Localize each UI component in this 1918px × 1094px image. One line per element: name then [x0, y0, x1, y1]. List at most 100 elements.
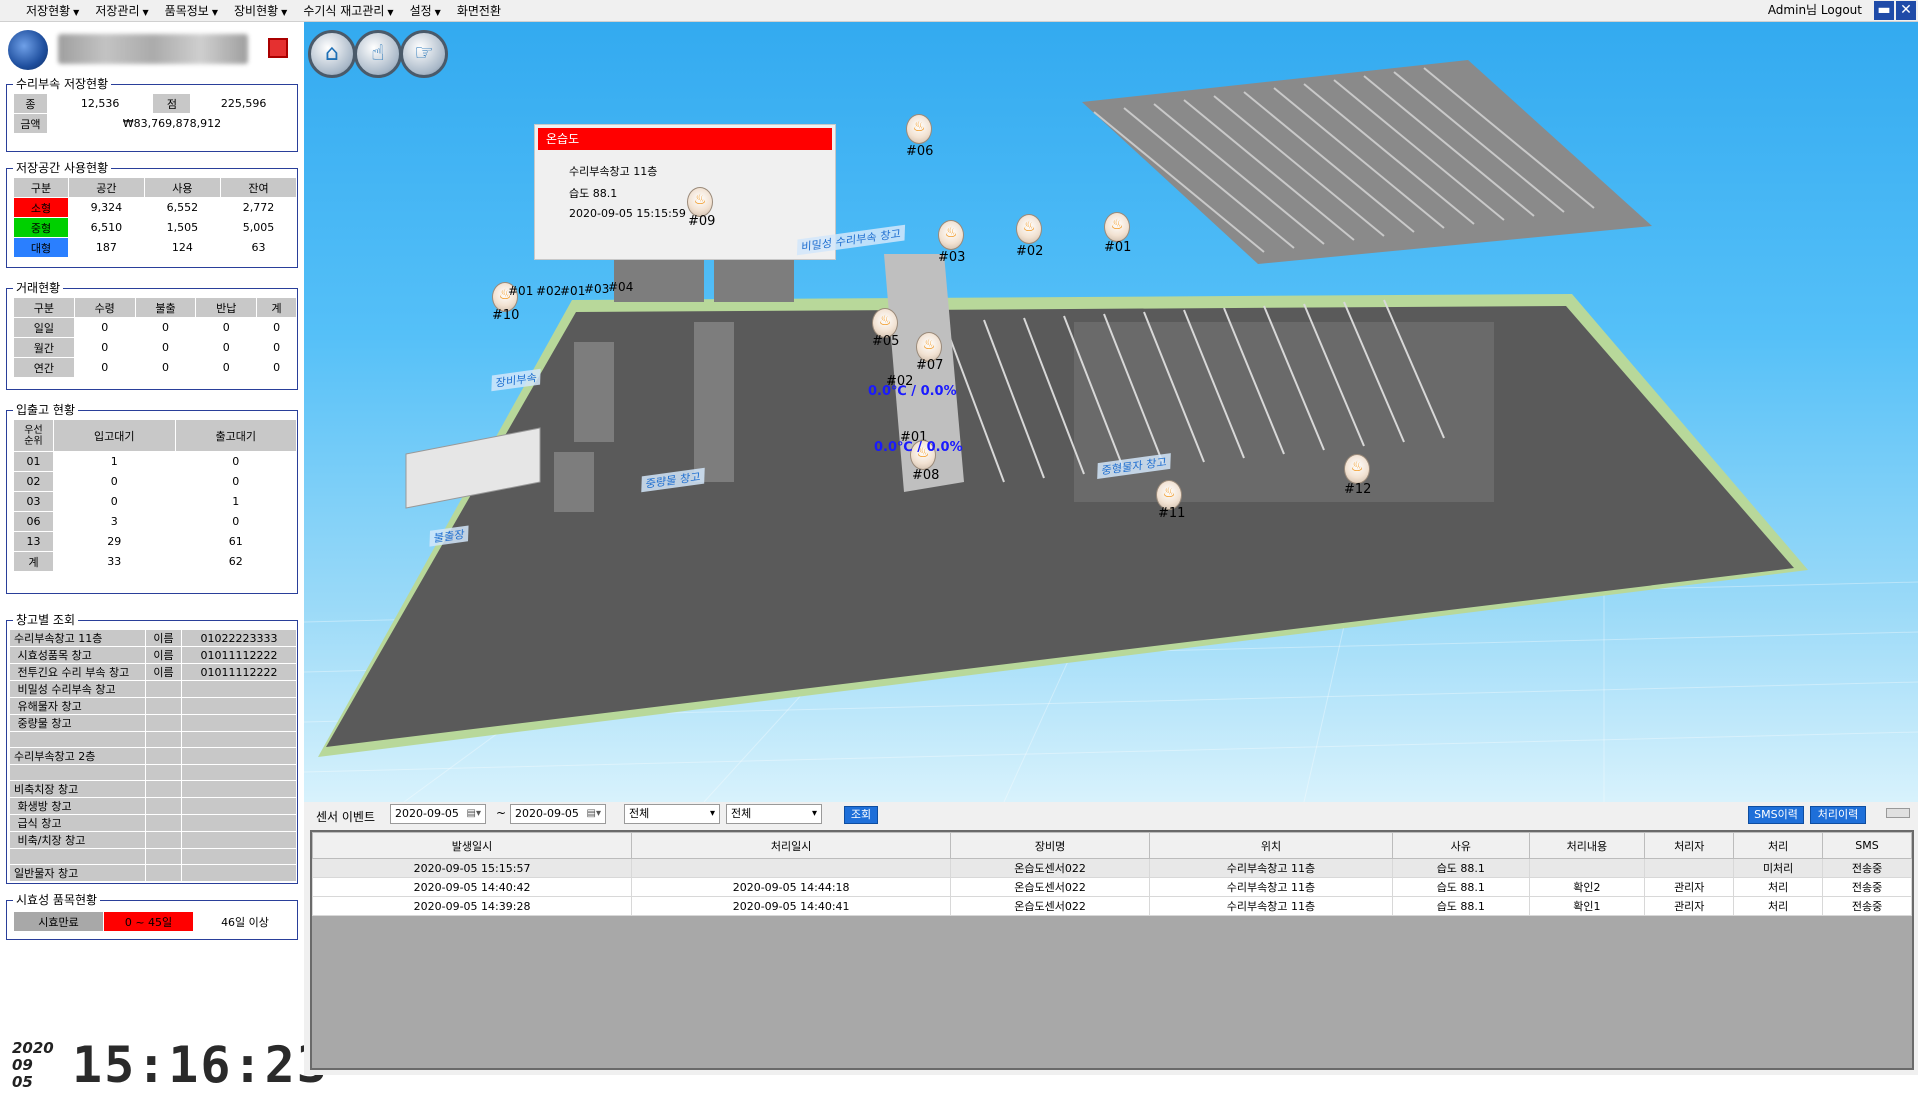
menu-item-item-info[interactable]: 품목정보 ▼	[157, 0, 226, 22]
col-header[interactable]: 발생일시	[311, 832, 633, 859]
menu-item-screen-switch[interactable]: 화면전환	[449, 0, 509, 22]
temp-humidity-reading: 0.0℃ / 0.0%	[874, 440, 963, 455]
warehouse-row[interactable]: 급식 창고	[9, 814, 297, 832]
manager-name	[145, 747, 182, 765]
col-header[interactable]: 처리자	[1644, 832, 1735, 859]
points-value: 225,596	[190, 93, 297, 114]
sensor-icon[interactable]: ♨	[938, 220, 964, 250]
popup-timestamp: 2020-09-05 15:15:59	[569, 207, 686, 220]
col-header[interactable]: SMS	[1822, 832, 1912, 859]
date-to-input[interactable]: 2020-09-05 ▤▾	[510, 804, 606, 824]
manager-phone	[181, 764, 297, 781]
col-header[interactable]: 처리내용	[1528, 832, 1646, 859]
warehouse-name: 중량물 창고	[9, 714, 146, 732]
storage-status-group: 수리부속 저장현황 종 12,536 점 225,596 금액 ₩83,769,…	[6, 76, 298, 152]
calendar-icon[interactable]: ▤▾	[587, 805, 601, 823]
sensor-icon[interactable]: ♨	[906, 114, 932, 144]
caret-down-icon: ▼	[211, 8, 218, 17]
warehouse-row[interactable]: 비축치장 창고	[9, 780, 297, 798]
home-icon: ⌂	[325, 41, 339, 66]
clock-date: 2020 09 05	[12, 1039, 54, 1091]
warehouse-row[interactable]: 비밀성 수리부속 창고	[9, 680, 297, 698]
manager-name	[145, 864, 182, 882]
table-row[interactable]: 2020-09-05 14:39:28 2020-09-05 14:40:41 온습…	[311, 896, 1912, 916]
manager-name	[145, 831, 182, 849]
warehouse-row[interactable]: 유해물자 창고	[9, 697, 297, 715]
menu-item-equipment[interactable]: 장비현황 ▼	[226, 0, 295, 22]
col-header[interactable]: 처리	[1733, 832, 1824, 859]
status-select[interactable]: 전체 ▾	[726, 804, 822, 824]
inout-group: 입출고 현황 우선 순위 입고대기 출고대기 01 1 0 02 0 0 03 0 1 06…	[6, 402, 298, 594]
warehouse-row[interactable]: 수리부속창고 11층 이름 01022223333	[9, 629, 297, 647]
flame-icon: ♨	[1022, 219, 1036, 235]
manager-phone	[181, 697, 297, 715]
sensor-icon[interactable]: ♨	[1344, 454, 1370, 484]
manager-name	[145, 680, 182, 698]
col-header[interactable]: 사유	[1392, 832, 1530, 859]
flame-icon: ♨	[922, 337, 936, 353]
hand-icon: ☝	[371, 41, 385, 66]
warehouse-name: 전투긴요 수리 부속 창고	[9, 663, 146, 681]
alarm-status-indicator[interactable]	[268, 38, 288, 58]
manager-phone: 01011112222	[181, 663, 297, 681]
warehouse-row[interactable]: 화생방 창고	[9, 797, 297, 815]
warehouse-row[interactable]: 중량물 창고	[9, 714, 297, 732]
table-row[interactable]: 2020-09-05 15:15:57 온습도센서022 수리부속창고 11층 습도…	[311, 858, 1912, 878]
warehouse-row[interactable]: 일반물자 창고	[9, 864, 297, 882]
group-title: 저장공간 사용현황	[13, 160, 112, 176]
touch-select-button[interactable]: ☞	[400, 30, 448, 78]
warehouse-name	[9, 848, 146, 865]
group-title: 창고별 조회	[13, 612, 79, 628]
group-title: 시효성 품목현황	[13, 892, 101, 908]
date-from-input[interactable]: 2020-09-05 ▤▾	[390, 804, 486, 824]
process-history-button[interactable]: 처리이력	[1810, 806, 1866, 824]
transactions-table: 구분 수령 불출 반납 계 일일 0 0 0 0 월간 0 0 0 0 연간 0…	[13, 297, 297, 378]
table-row: 03 0 1	[13, 491, 297, 512]
warehouse-row[interactable]	[9, 731, 297, 748]
search-button[interactable]: 조회	[844, 806, 878, 824]
warehouse-row[interactable]: 시효성품목 창고 이름 01011112222	[9, 646, 297, 664]
location-select[interactable]: 전체 ▾	[624, 804, 720, 824]
home-view-button[interactable]: ⌂	[308, 30, 356, 78]
manager-name	[145, 697, 182, 715]
rotate-view-button[interactable]: ☝	[354, 30, 402, 78]
collapse-panel-button[interactable]	[1886, 808, 1910, 818]
col-header[interactable]: 처리일시	[631, 832, 952, 859]
menu-item-manual-inventory[interactable]: 수기식 재고관리 ▼	[295, 0, 401, 22]
warehouse-name: 비축/치장 창고	[9, 831, 146, 849]
warehouse-row[interactable]: 수리부속창고 2층	[9, 747, 297, 765]
sensor-icon[interactable]: ♨	[1016, 214, 1042, 244]
menu-item-settings[interactable]: 설정 ▼	[402, 0, 449, 22]
table-row: 06 3 0	[13, 511, 297, 532]
manager-phone	[181, 714, 297, 732]
col-header[interactable]: 장비명	[950, 832, 1150, 859]
kinds-value: 12,536	[46, 93, 154, 114]
sensor-popup[interactable]: 온습도 수리부속창고 11층 습도 88.1 2020-09-05 15:15:…	[534, 124, 836, 260]
table-row: 소형 9,324 6,552 2,772	[13, 197, 298, 218]
expiry-table: 시효만료 0 ~ 45일 46일 이상	[13, 911, 297, 932]
manager-name: 이름	[145, 663, 182, 681]
sensor-icon[interactable]: ♨	[687, 187, 713, 217]
warehouse-group: 창고별 조회 수리부속창고 11층 이름 01022223333 시효성품목 창고 이…	[6, 612, 298, 884]
warehouse-3d-view[interactable]: ⌂ ☝ ☞ 온습도 수리부속창고 11층 습도 88.1 2020-09-05 …	[304, 22, 1918, 802]
temp-humidity-reading: 0.0℃ / 0.0%	[868, 384, 957, 399]
calendar-icon[interactable]: ▤▾	[467, 805, 481, 823]
flame-icon: ♨	[693, 192, 707, 208]
digital-clock: 15:16:23	[72, 1036, 329, 1094]
minimize-button[interactable]: ▬	[1874, 1, 1894, 20]
warehouse-row[interactable]: 전투긴요 수리 부속 창고 이름 01011112222	[9, 663, 297, 681]
warehouse-row[interactable]: 비축/치장 창고	[9, 831, 297, 849]
menu-item-storage-mgmt[interactable]: 저장관리 ▼	[87, 0, 156, 22]
sensor-icon[interactable]: ♨	[1104, 212, 1130, 242]
table-row[interactable]: 2020-09-05 14:40:42 2020-09-05 14:44:18 온습…	[311, 877, 1912, 897]
sms-history-button[interactable]: SMS이력	[1748, 806, 1804, 824]
col-header[interactable]: 위치	[1148, 832, 1394, 859]
menu-item-storage-status[interactable]: 저장현황 ▼	[18, 0, 87, 22]
warehouse-row[interactable]	[9, 764, 297, 781]
close-button[interactable]: ✕	[1896, 1, 1916, 20]
sensor-events-panel: 센서 이벤트 2020-09-05 ▤▾ ~ 2020-09-05 ▤▾ 전체 ▾ 전…	[304, 802, 1918, 1075]
user-logout[interactable]: Admin님 Logout	[1768, 0, 1862, 20]
warehouse-row[interactable]	[9, 848, 297, 865]
caret-down-icon: ▼	[387, 8, 394, 17]
expiry-over-label: 46일 이상	[193, 911, 297, 932]
